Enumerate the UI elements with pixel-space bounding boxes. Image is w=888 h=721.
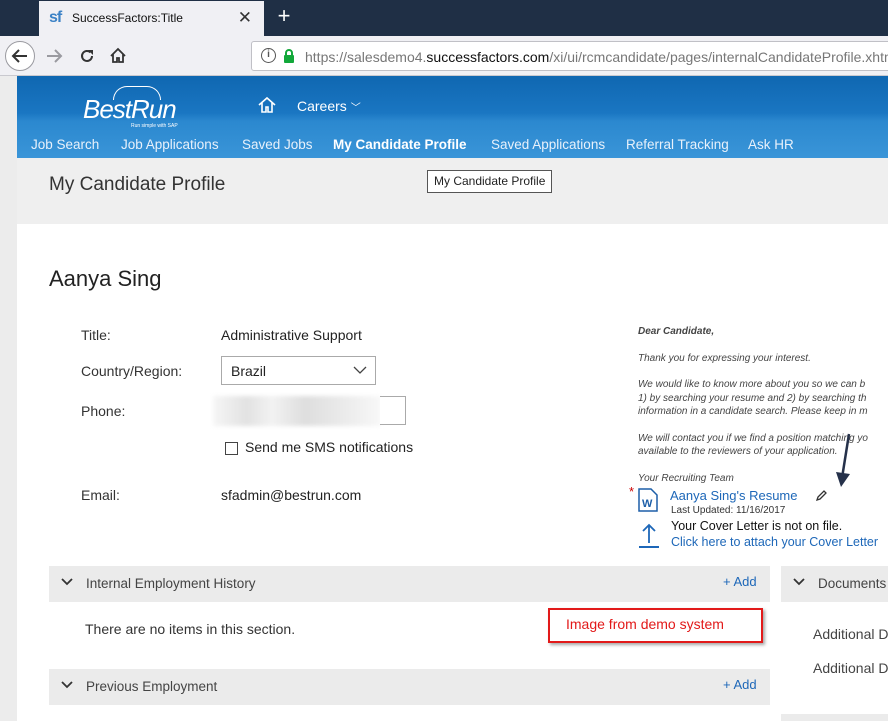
browser-tab[interactable]: sf SuccessFactors:Title ✕ — [39, 1, 264, 36]
cover-letter-status: Your Cover Letter is not on file. — [671, 519, 843, 533]
section-title: Previous Employment — [86, 679, 218, 694]
left-margin — [0, 76, 17, 721]
letter-greeting: Dear Candidate, — [638, 326, 715, 337]
candidate-name: Aanya Sing — [49, 266, 162, 291]
page-title-bar: My Candidate Profile My Candidate Profil… — [17, 158, 888, 224]
documents-header[interactable]: Documents — [781, 566, 888, 602]
phone-field-redacted[interactable] — [213, 396, 381, 426]
chevron-down-icon: ﹀ — [350, 103, 361, 114]
address-bar[interactable]: i https://salesdemo4.successfactors.com/… — [251, 41, 888, 71]
bestrun-logo[interactable]: BestRun Run simple with SAP — [83, 86, 178, 129]
back-arrow-icon — [11, 49, 27, 63]
new-tab-icon[interactable]: + — [272, 3, 296, 31]
close-tab-icon[interactable]: ✕ — [238, 8, 252, 28]
svg-text:W: W — [642, 498, 653, 510]
internal-history-header[interactable]: Internal Employment History + Add — [49, 566, 770, 602]
menu-referral-tracking[interactable]: Referral Tracking — [626, 137, 729, 152]
home-icon — [110, 47, 126, 63]
url-text: https://salesdemo4.successfactors.com/xi… — [305, 49, 888, 65]
home-button[interactable] — [103, 41, 133, 71]
tab-title: SuccessFactors:Title — [72, 11, 183, 25]
reload-button[interactable] — [72, 41, 102, 71]
back-button[interactable] — [5, 41, 35, 71]
menu-my-candidate-profile[interactable]: My Candidate Profile — [333, 137, 467, 152]
section-divider — [781, 714, 888, 721]
country-label: Country/Region: — [81, 363, 183, 379]
section-title: Documents — [818, 576, 887, 591]
chevron-down-icon — [353, 366, 367, 374]
resume-last-updated: Last Updated: 11/16/2017 — [671, 505, 786, 516]
attach-cover-letter-link[interactable]: Click here to attach your Cover Letter — [671, 535, 878, 549]
menu-job-search[interactable]: Job Search — [31, 137, 99, 152]
tooltip: My Candidate Profile — [427, 170, 553, 193]
email-value: sfadmin@bestrun.com — [221, 487, 362, 503]
browser-tab-bar: sf SuccessFactors:Title ✕ + — [0, 0, 888, 36]
home-icon[interactable] — [257, 95, 277, 115]
resume-link[interactable]: Aanya Sing's Resume — [670, 488, 798, 503]
chevron-down-icon[interactable] — [793, 577, 805, 587]
phone-label: Phone: — [81, 403, 126, 419]
pencil-icon[interactable] — [815, 489, 828, 502]
forward-arrow-icon — [47, 49, 63, 63]
section-title: Internal Employment History — [86, 576, 256, 591]
letter-line: 1) by searching your resume and 2) by se… — [638, 392, 867, 404]
phone-extension-field[interactable] — [380, 396, 406, 425]
additional-document-link[interactable]: Additional D — [813, 660, 888, 676]
additional-document-link[interactable]: Additional D — [813, 626, 888, 642]
site-header: BestRun Run simple with SAP Careers ﹀ Job… — [17, 76, 888, 158]
page-title: My Candidate Profile — [49, 174, 226, 195]
lock-icon — [284, 49, 294, 63]
letter-line: Thank you for expressing your interest. — [638, 352, 811, 364]
email-label: Email: — [81, 487, 120, 503]
chevron-down-icon[interactable] — [61, 680, 73, 690]
profile-panel: Aanya Sing Title: Administrative Support… — [17, 224, 888, 721]
menu-saved-applications[interactable]: Saved Applications — [491, 137, 605, 152]
letter-line: We would like to know more about you so … — [638, 379, 866, 390]
main-menu: Job Search Job Applications Saved Jobs M… — [17, 136, 888, 158]
arrow-annotation-icon — [836, 433, 851, 487]
page-content: BestRun Run simple with SAP Careers ﹀ Job… — [0, 76, 888, 721]
letter-line: information in a candidate search. Pleas… — [638, 406, 868, 417]
reload-icon — [81, 49, 93, 62]
sms-checkbox[interactable] — [225, 442, 238, 455]
demo-system-annotation: Image from demo system — [548, 608, 763, 643]
required-mark: * — [629, 484, 635, 499]
menu-saved-jobs[interactable]: Saved Jobs — [242, 137, 313, 152]
chevron-down-icon[interactable] — [61, 577, 73, 587]
forward-button[interactable] — [39, 41, 69, 71]
browser-nav-bar: i https://salesdemo4.successfactors.com/… — [0, 36, 888, 76]
title-label: Title: — [81, 327, 111, 343]
word-document-icon: W — [638, 488, 658, 512]
country-select[interactable]: Brazil — [221, 356, 376, 385]
previous-employment-header[interactable]: Previous Employment + Add — [49, 669, 770, 705]
site-info-icon[interactable]: i — [261, 48, 276, 63]
menu-job-applications[interactable]: Job Applications — [121, 137, 219, 152]
title-value: Administrative Support — [221, 327, 362, 343]
logo-cloud-icon — [113, 86, 161, 100]
successfactors-favicon-icon: sf — [49, 9, 62, 26]
upload-icon[interactable] — [638, 522, 660, 548]
empty-section-message: There are no items in this section. — [85, 621, 296, 637]
sms-label: Send me SMS notifications — [245, 439, 414, 455]
menu-ask-hr[interactable]: Ask HR — [748, 137, 794, 152]
careers-menu[interactable]: Careers ﹀ — [297, 98, 361, 114]
add-internal-history-button[interactable]: + Add — [723, 574, 757, 589]
add-previous-employment-button[interactable]: + Add — [723, 677, 757, 692]
